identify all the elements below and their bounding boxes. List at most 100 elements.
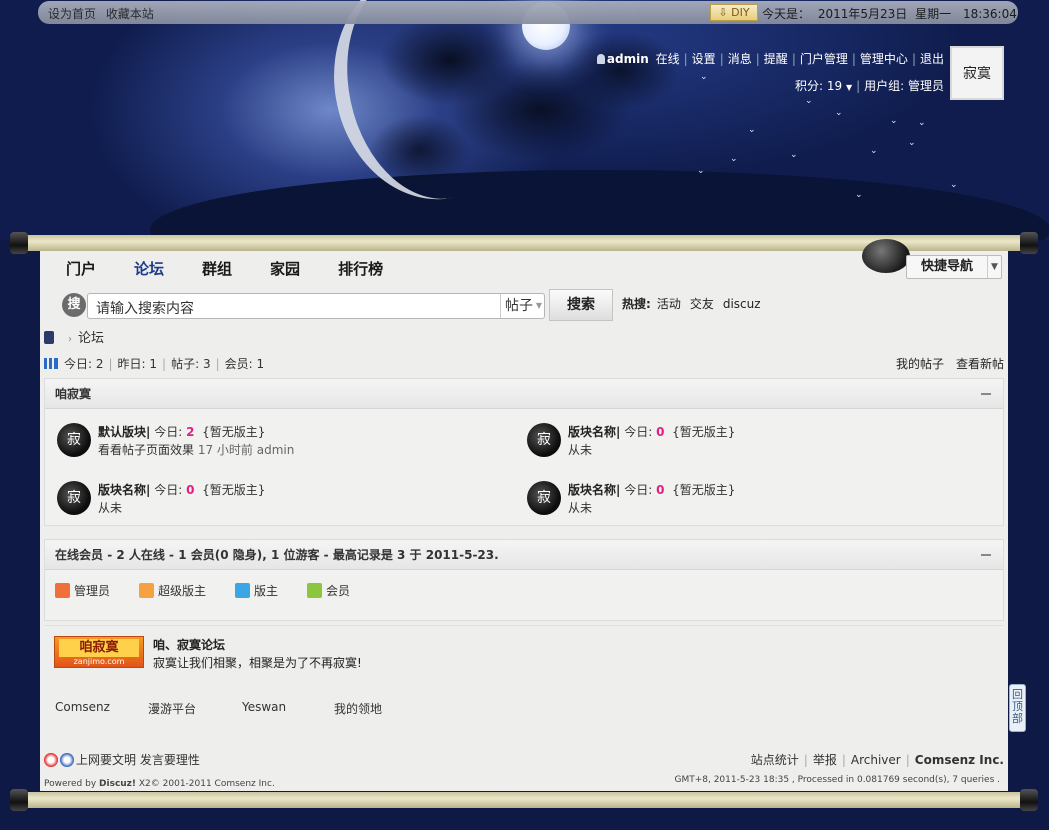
admin-center-link[interactable]: 管理中心 bbox=[860, 52, 908, 66]
username-link[interactable]: admin bbox=[607, 52, 649, 66]
forum-name[interactable]: 版块名称 bbox=[568, 425, 616, 439]
search-field[interactable]: 请输入搜索内容 帖子 ▼ bbox=[87, 293, 545, 319]
text-link[interactable]: Comsenz bbox=[55, 700, 110, 714]
forum-icon[interactable]: 寂 bbox=[527, 481, 561, 515]
online-summary: - 2 人在线 - 1 会员(0 隐身), 1 位游客 - 最高记录是 3 于 … bbox=[103, 548, 499, 562]
archiver-link[interactable]: Archiver bbox=[851, 753, 901, 767]
date-value: 2011年5月23日 bbox=[817, 7, 908, 21]
partner-title[interactable]: 咱、寂寞论坛 bbox=[153, 636, 225, 653]
set-homepage-link[interactable]: 设为首页 bbox=[48, 7, 96, 21]
download-arrow-icon: ⇩ bbox=[718, 6, 728, 19]
legend-label: 管理员 bbox=[74, 584, 111, 598]
legend-admin: 管理员 bbox=[55, 582, 110, 599]
nav-forum[interactable]: 论坛 bbox=[134, 258, 164, 279]
nav-ranking[interactable]: 排行榜 bbox=[338, 258, 383, 279]
forum-icon[interactable]: 寂 bbox=[57, 481, 91, 515]
stat-today: 今日: 2 bbox=[64, 357, 104, 371]
chevron-down-icon[interactable]: ▼ bbox=[846, 83, 852, 92]
search-button[interactable]: 搜索 bbox=[549, 289, 613, 321]
settings-link[interactable]: 设置 bbox=[692, 52, 716, 66]
forum-icon[interactable]: 寂 bbox=[527, 423, 561, 457]
text-link[interactable]: 漫游平台 bbox=[148, 700, 196, 717]
home-icon[interactable] bbox=[44, 331, 54, 344]
portal-admin-link[interactable]: 门户管理 bbox=[800, 52, 848, 66]
online-title[interactable]: 在线会员 bbox=[55, 548, 103, 562]
hot-tag[interactable]: 活动 bbox=[657, 297, 681, 311]
nav-portal[interactable]: 门户 bbox=[66, 258, 96, 279]
report-link[interactable]: 举报 bbox=[813, 753, 837, 767]
discuz-link[interactable]: Discuz! bbox=[99, 779, 136, 789]
collapse-icon[interactable] bbox=[981, 393, 991, 395]
hot-label: 热搜: bbox=[622, 297, 651, 311]
hot-tag[interactable]: discuz bbox=[723, 297, 761, 311]
top-bar: 设为首页 收藏本站 ⇩ DIY 今天是： 2011年5月23日 星期一 18:3… bbox=[38, 1, 1018, 24]
quick-nav-button[interactable]: 快捷导航 ▼ bbox=[906, 255, 1002, 279]
text-link[interactable]: Yeswan bbox=[242, 700, 286, 714]
online-status[interactable]: 在线 bbox=[656, 52, 680, 66]
forum-name[interactable]: 默认版块 bbox=[98, 425, 146, 439]
forum-today-label: 今日: bbox=[154, 425, 183, 439]
avatar[interactable]: 寂寞 bbox=[950, 46, 1004, 100]
stat-yesterday: 昨日: 1 bbox=[117, 357, 158, 371]
breadcrumb-current[interactable]: 论坛 bbox=[78, 331, 104, 346]
bird-icon: ⌄ bbox=[835, 108, 843, 118]
forum-stats: 今日: 2 | 昨日: 1 | 帖子: 3 | 会员: 1 bbox=[44, 355, 264, 372]
points-menu[interactable]: 积分: 19 bbox=[795, 79, 842, 93]
company-link[interactable]: Comsenz Inc. bbox=[915, 753, 1004, 767]
forum-today-count: 0 bbox=[656, 425, 665, 439]
stat-members: 会员: 1 bbox=[224, 357, 265, 371]
text-link[interactable]: 我的领地 bbox=[334, 700, 382, 717]
forum-today-label: 今日: bbox=[154, 483, 183, 497]
collapse-icon[interactable] bbox=[981, 554, 991, 556]
friend-links: 咱寂寞 zanjimo.com 咱、寂寞论坛 寂寞让我们相聚，相聚是为了不再寂寞… bbox=[44, 625, 1004, 735]
nav-groups[interactable]: 群组 bbox=[202, 258, 232, 279]
date-label: 今天是： bbox=[762, 7, 811, 21]
diy-button[interactable]: ⇩ DIY bbox=[710, 4, 758, 21]
my-posts-link[interactable]: 我的帖子 bbox=[896, 357, 944, 371]
footer-slogan: 上网要文明 发言要理性 bbox=[76, 753, 200, 767]
forum-today-count: 0 bbox=[656, 483, 665, 497]
forum-item: 寂 版块名称| 今日: 0 {暂无版主} 从未 bbox=[527, 423, 967, 463]
legend-label: 版主 bbox=[254, 584, 279, 598]
forum-name[interactable]: 版块名称 bbox=[98, 483, 146, 497]
scroll-rod-bottom bbox=[10, 789, 1038, 811]
back-to-top-button[interactable]: 回顶部 bbox=[1009, 684, 1026, 732]
bird-icon: ⌄ bbox=[805, 96, 813, 106]
powered-suffix: X2© 2001-2011 Comsenz Inc. bbox=[136, 779, 275, 789]
forum-last-post[interactable]: 看看帖子页面效果 bbox=[98, 443, 194, 457]
legend-label: 超级版主 bbox=[158, 584, 207, 598]
search-input[interactable]: 请输入搜索内容 bbox=[96, 298, 194, 318]
forum-moderator: {暂无版主} bbox=[672, 483, 736, 497]
category-title[interactable]: 咱寂寞 bbox=[55, 387, 91, 401]
forum-last-post: 从未 bbox=[568, 443, 593, 457]
admin-icon bbox=[55, 583, 70, 598]
rod-cap bbox=[10, 232, 28, 254]
messages-link[interactable]: 消息 bbox=[728, 52, 752, 66]
super-moderator-icon bbox=[139, 583, 154, 598]
user-icon bbox=[596, 54, 605, 64]
bird-icon: ⌄ bbox=[697, 166, 705, 176]
forum-last-post: 从未 bbox=[98, 501, 123, 515]
logout-link[interactable]: 退出 bbox=[920, 52, 944, 66]
new-posts-link[interactable]: 查看新帖 bbox=[956, 357, 1004, 371]
nav-home[interactable]: 家园 bbox=[270, 258, 300, 279]
partner-logo[interactable]: 咱寂寞 zanjimo.com bbox=[54, 636, 144, 668]
forum-item: 寂 默认版块| 今日: 2 {暂无版主} 看看帖子页面效果 17 小时前 adm… bbox=[57, 423, 497, 463]
top-links: 设为首页 收藏本站 bbox=[48, 5, 160, 22]
notifications-link[interactable]: 提醒 bbox=[764, 52, 788, 66]
category-box: 咱寂寞 寂 默认版块| 今日: 2 {暂无版主} 看看帖子页面效果 17 小时前… bbox=[44, 378, 1004, 526]
bookmark-site-link[interactable]: 收藏本站 bbox=[106, 7, 154, 21]
legend-super-mod: 超级版主 bbox=[139, 582, 206, 599]
diy-label: DIY bbox=[731, 6, 750, 19]
chevron-right-icon: › bbox=[68, 334, 72, 345]
hot-tag[interactable]: 交友 bbox=[690, 297, 714, 311]
forum-name[interactable]: 版块名称 bbox=[568, 483, 616, 497]
chevron-down-icon: ▼ bbox=[987, 256, 1001, 278]
search-type-select[interactable]: 帖子 ▼ bbox=[500, 294, 544, 318]
usergroup-link[interactable]: 用户组: 管理员 bbox=[864, 79, 944, 93]
police-badge-icon[interactable] bbox=[44, 753, 58, 767]
network-police-icon[interactable] bbox=[60, 753, 74, 767]
forum-moderator: {暂无版主} bbox=[202, 425, 266, 439]
forum-icon[interactable]: 寂 bbox=[57, 423, 91, 457]
site-stats-link[interactable]: 站点统计 bbox=[751, 753, 799, 767]
